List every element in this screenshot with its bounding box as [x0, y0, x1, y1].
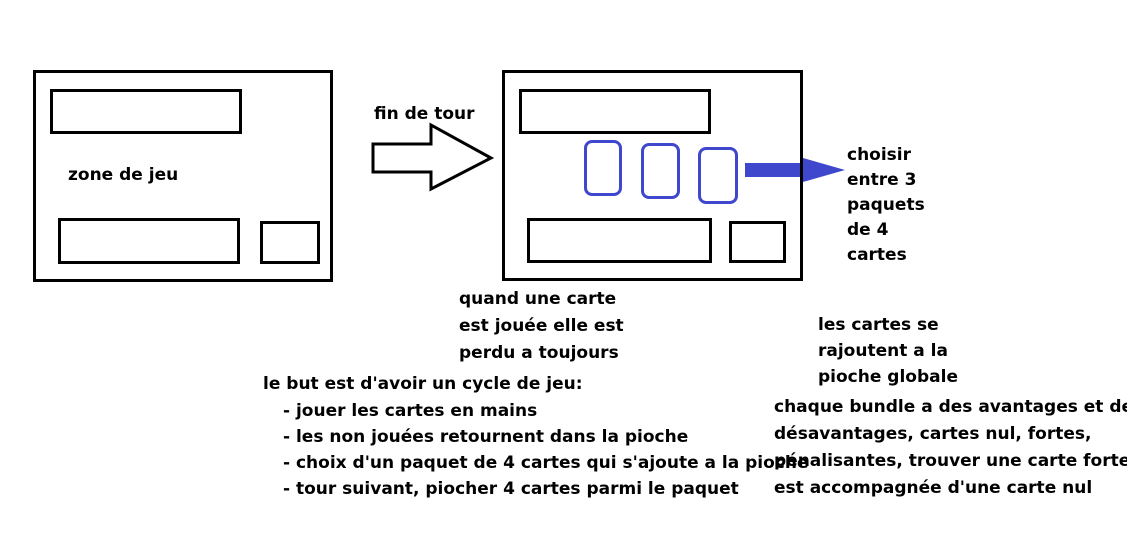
card-pack-1 — [584, 140, 622, 196]
played-card-line-2: est jouée elle est — [459, 316, 624, 336]
global-deck-line-2: rajoutent a la — [818, 341, 948, 361]
cycle-step-3: - choix d'un paquet de 4 cartes qui s'aj… — [283, 453, 809, 473]
bundle-line-2: désavantages, cartes nul, fortes, — [774, 424, 1092, 444]
global-deck-line-1: les cartes se — [818, 315, 939, 335]
choice-line-2: entre 3 — [847, 170, 917, 190]
played-card-line-1: quand une carte — [459, 289, 617, 309]
played-card-line-3: perdu a toujours — [459, 343, 619, 363]
right-hand-zone — [527, 218, 712, 263]
card-pack-2 — [641, 143, 680, 199]
cycle-step-1: - jouer les cartes en mains — [283, 401, 538, 421]
bundle-note: chaque bundle a des avantages et des dés… — [774, 394, 1127, 502]
choice-line-1: choisir — [847, 145, 912, 165]
fin-de-tour-arrow — [371, 122, 495, 192]
choice-arrow-head — [803, 158, 845, 182]
bundle-line-3: pénalisantes, trouver une carte forte — [774, 451, 1127, 471]
global-deck-note: les cartes se rajoutent a la pioche glob… — [818, 312, 958, 390]
cycle-title: le but est d'avoir un cycle de jeu: — [263, 374, 583, 394]
played-card-note: quand une carte est jouée elle est perdu… — [459, 286, 624, 367]
right-deck-zone — [729, 221, 786, 263]
cycle-step-4: - tour suivant, piocher 4 cartes parmi l… — [283, 479, 739, 499]
cycle-steps: - jouer les cartes en mains - les non jo… — [283, 398, 809, 502]
right-top-zone — [519, 89, 711, 134]
card-pack-3 — [698, 147, 738, 204]
bundle-line-1: chaque bundle a des avantages et des — [774, 397, 1127, 417]
cycle-step-2: - les non jouées retournent dans la pioc… — [283, 427, 689, 447]
bundle-line-4: est accompagnée d'une carte nul — [774, 478, 1093, 498]
choice-line-3: paquets — [847, 195, 925, 215]
global-deck-line-3: pioche globale — [818, 367, 958, 387]
choice-line-4: de 4 — [847, 220, 889, 240]
choice-label: choisir entre 3 paquets de 4 cartes — [847, 143, 925, 268]
choice-line-5: cartes — [847, 245, 907, 265]
